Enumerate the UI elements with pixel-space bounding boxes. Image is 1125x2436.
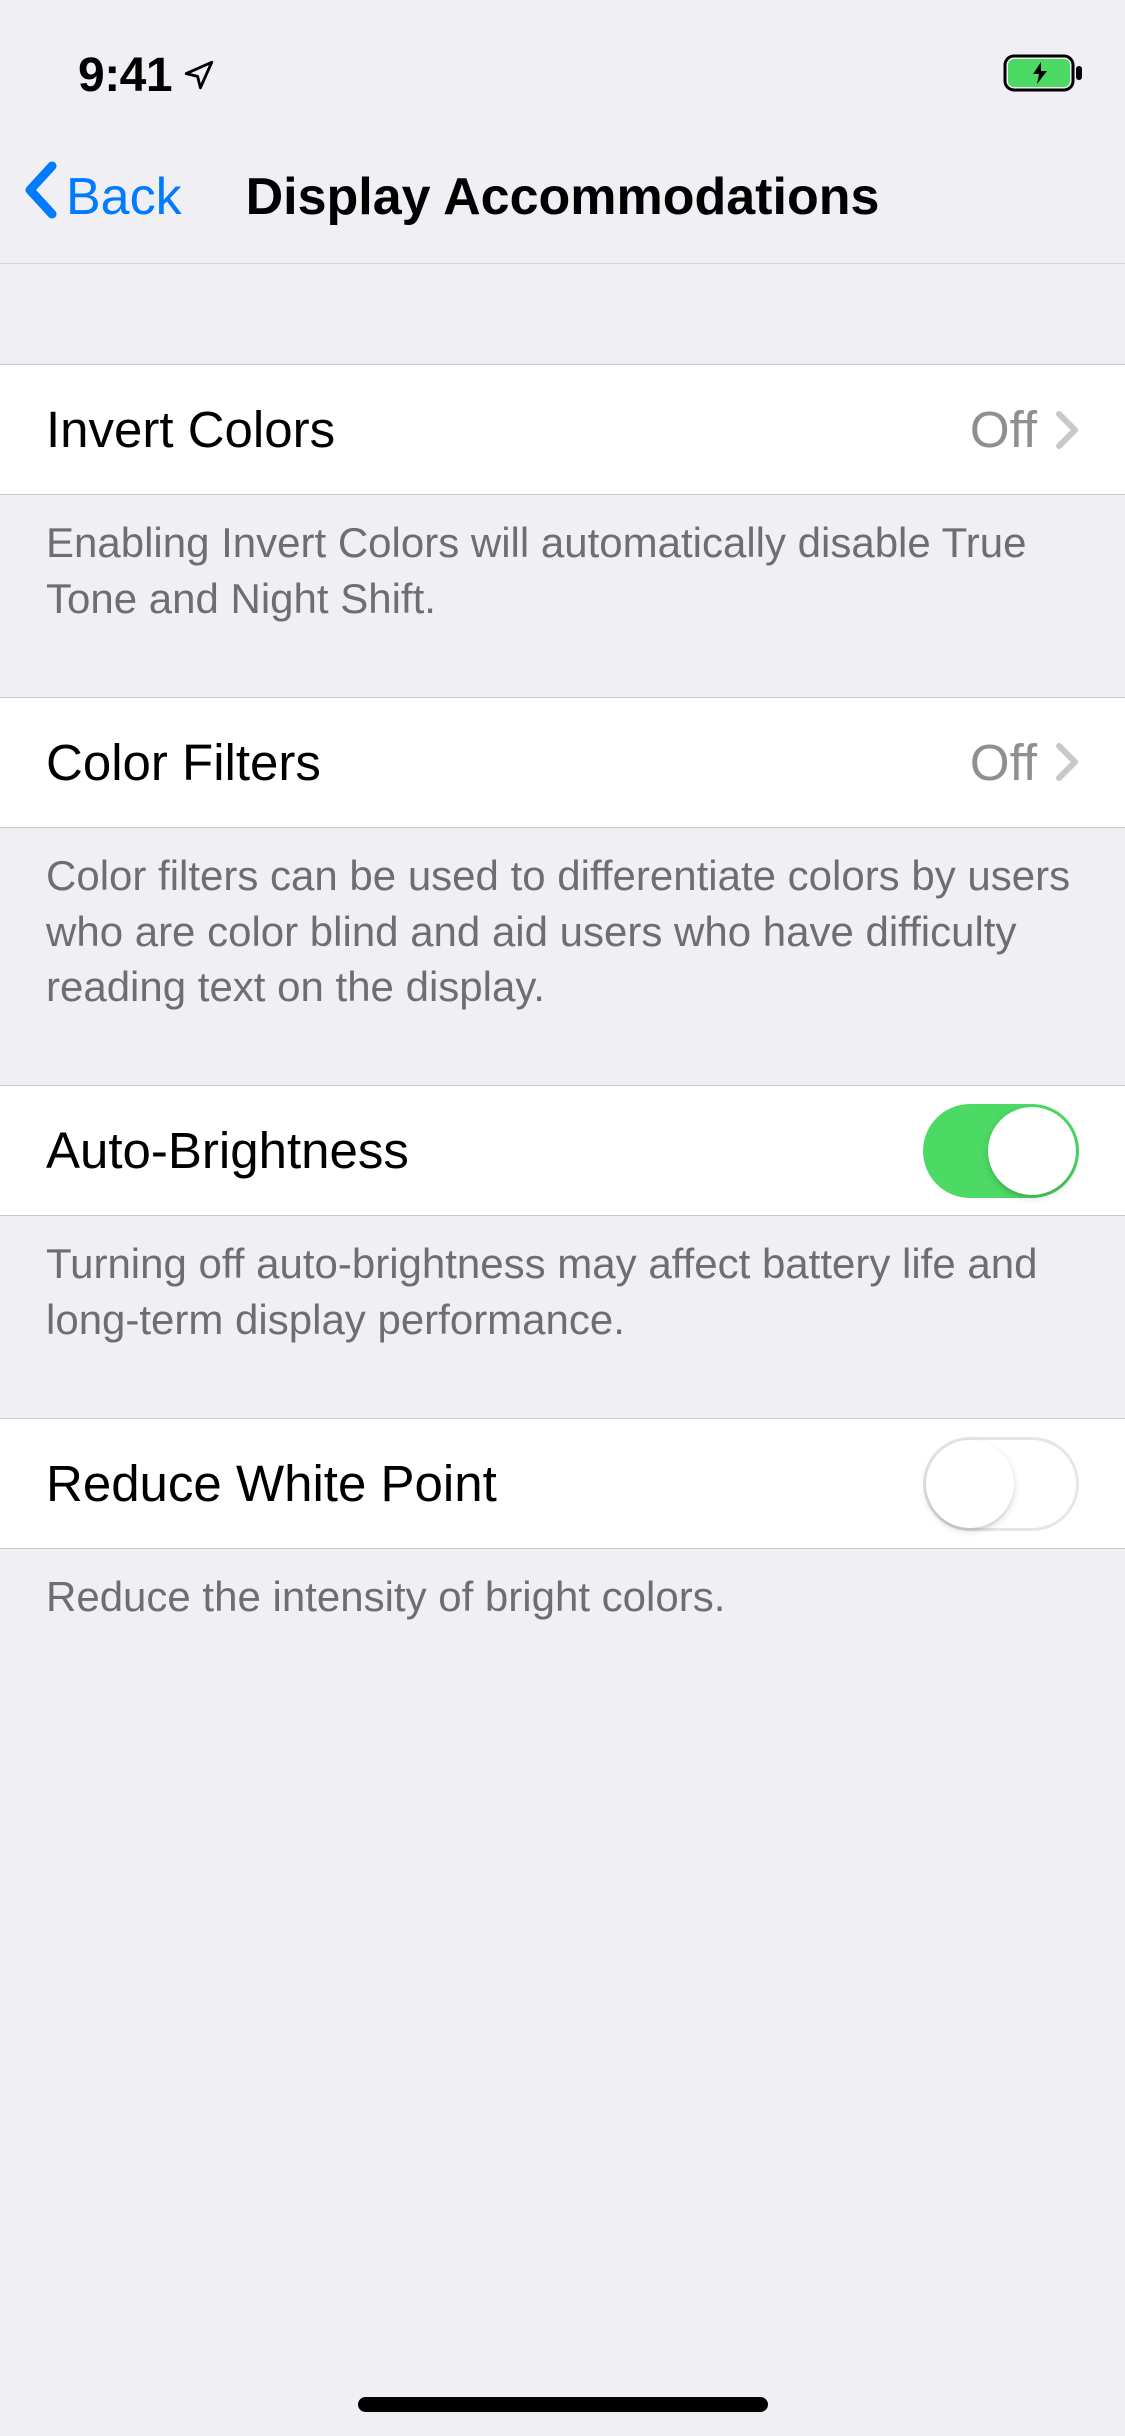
settings-content: Invert Colors Off Enabling Invert Colors… xyxy=(0,264,1125,1665)
home-indicator[interactable] xyxy=(358,2397,768,2412)
reduce-white-point-label: Reduce White Point xyxy=(46,1454,923,1513)
color-filters-row[interactable]: Color Filters Off xyxy=(0,697,1125,828)
reduce-white-point-row: Reduce White Point xyxy=(0,1418,1125,1549)
navigation-bar: Back Display Accommodations xyxy=(0,130,1125,264)
status-bar: 9:41 xyxy=(0,0,1125,130)
status-right xyxy=(1003,54,1085,97)
chevron-right-icon xyxy=(1055,410,1079,450)
reduce-white-point-toggle[interactable] xyxy=(923,1437,1079,1531)
reduce-white-point-footer: Reduce the intensity of bright colors. xyxy=(0,1549,1125,1665)
invert-colors-label: Invert Colors xyxy=(46,400,970,459)
auto-brightness-row: Auto-Brightness xyxy=(0,1085,1125,1216)
auto-brightness-footer: Turning off auto-brightness may affect b… xyxy=(0,1216,1125,1388)
back-label: Back xyxy=(66,167,182,227)
location-services-icon xyxy=(182,58,216,92)
battery-charging-icon xyxy=(1003,54,1085,97)
auto-brightness-label: Auto-Brightness xyxy=(46,1121,923,1180)
back-button[interactable]: Back xyxy=(22,160,182,233)
auto-brightness-toggle[interactable] xyxy=(923,1104,1079,1198)
color-filters-label: Color Filters xyxy=(46,733,970,792)
page-title: Display Accommodations xyxy=(246,167,880,227)
status-time: 9:41 xyxy=(78,48,172,103)
chevron-left-icon xyxy=(22,160,60,233)
invert-colors-value: Off xyxy=(970,400,1037,459)
color-filters-footer: Color filters can be used to differentia… xyxy=(0,828,1125,1056)
status-left: 9:41 xyxy=(78,48,216,103)
chevron-right-icon xyxy=(1055,742,1079,782)
invert-colors-row[interactable]: Invert Colors Off xyxy=(0,364,1125,495)
color-filters-value: Off xyxy=(970,733,1037,792)
invert-colors-footer: Enabling Invert Colors will automaticall… xyxy=(0,495,1125,667)
